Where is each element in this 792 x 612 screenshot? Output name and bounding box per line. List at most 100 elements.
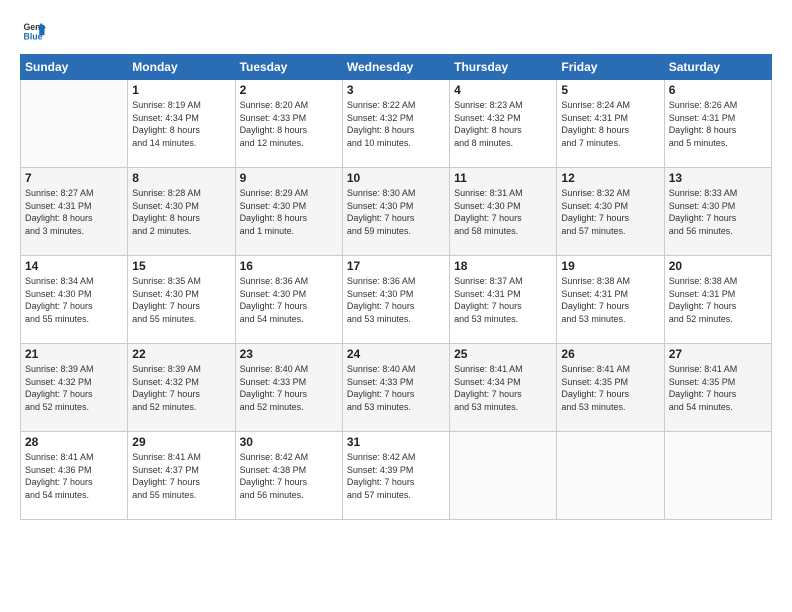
day-info: Sunrise: 8:37 AM Sunset: 4:31 PM Dayligh… xyxy=(454,275,552,325)
day-info: Sunrise: 8:19 AM Sunset: 4:34 PM Dayligh… xyxy=(132,99,230,149)
calendar-cell: 24 Sunrise: 8:40 AM Sunset: 4:33 PM Dayli… xyxy=(342,344,449,432)
day-number: 21 xyxy=(25,347,123,361)
day-number: 15 xyxy=(132,259,230,273)
day-info: Sunrise: 8:29 AM Sunset: 4:30 PM Dayligh… xyxy=(240,187,338,237)
day-info: Sunrise: 8:23 AM Sunset: 4:32 PM Dayligh… xyxy=(454,99,552,149)
calendar-cell: 26Sunrise: 8:41 AM Sunset: 4:35 PM Dayli… xyxy=(557,344,664,432)
calendar-cell: 2 Sunrise: 8:20 AM Sunset: 4:33 PM Daylig… xyxy=(235,80,342,168)
calendar-cell: 17 Sunrise: 8:36 AM Sunset: 4:30 PM Dayli… xyxy=(342,256,449,344)
day-info: Sunrise: 8:41 AM Sunset: 4:36 PM Dayligh… xyxy=(25,451,123,501)
day-info: Sunrise: 8:24 AM Sunset: 4:31 PM Dayligh… xyxy=(561,99,659,149)
calendar-cell: 14 Sunrise: 8:34 AM Sunset: 4:30 PM Dayli… xyxy=(21,256,128,344)
day-number: 20 xyxy=(669,259,767,273)
calendar-table: SundayMondayTuesdayWednesdayThursdayFrid… xyxy=(20,54,772,520)
calendar-cell: 9Sunrise: 8:29 AM Sunset: 4:30 PM Daylig… xyxy=(235,168,342,256)
weekday-header-thursday: Thursday xyxy=(450,55,557,80)
day-number: 25 xyxy=(454,347,552,361)
calendar-cell: 1 Sunrise: 8:19 AM Sunset: 4:34 PM Daylig… xyxy=(128,80,235,168)
weekday-header-wednesday: Wednesday xyxy=(342,55,449,80)
day-info: Sunrise: 8:38 AM Sunset: 4:31 PM Dayligh… xyxy=(669,275,767,325)
day-info: Sunrise: 8:34 AM Sunset: 4:30 PM Dayligh… xyxy=(25,275,123,325)
calendar-week-row: 21 Sunrise: 8:39 AM Sunset: 4:32 PM Dayli… xyxy=(21,344,772,432)
weekday-header-friday: Friday xyxy=(557,55,664,80)
calendar-week-row: 7Sunrise: 8:27 AM Sunset: 4:31 PM Daylig… xyxy=(21,168,772,256)
logo-icon: Gene Blue xyxy=(20,16,48,44)
day-number: 19 xyxy=(561,259,659,273)
day-info: Sunrise: 8:41 AM Sunset: 4:34 PM Dayligh… xyxy=(454,363,552,413)
day-info: Sunrise: 8:35 AM Sunset: 4:30 PM Dayligh… xyxy=(132,275,230,325)
calendar-cell: 27 Sunrise: 8:41 AM Sunset: 4:35 PM Dayli… xyxy=(664,344,771,432)
day-number: 24 xyxy=(347,347,445,361)
day-info: Sunrise: 8:26 AM Sunset: 4:31 PM Dayligh… xyxy=(669,99,767,149)
calendar-cell: 8 Sunrise: 8:28 AM Sunset: 4:30 PM Daylig… xyxy=(128,168,235,256)
day-info: Sunrise: 8:33 AM Sunset: 4:30 PM Dayligh… xyxy=(669,187,767,237)
day-number: 18 xyxy=(454,259,552,273)
day-info: Sunrise: 8:38 AM Sunset: 4:31 PM Dayligh… xyxy=(561,275,659,325)
day-number: 17 xyxy=(347,259,445,273)
day-number: 16 xyxy=(240,259,338,273)
day-info: Sunrise: 8:40 AM Sunset: 4:33 PM Dayligh… xyxy=(240,363,338,413)
day-info: Sunrise: 8:42 AM Sunset: 4:38 PM Dayligh… xyxy=(240,451,338,501)
day-info: Sunrise: 8:41 AM Sunset: 4:35 PM Dayligh… xyxy=(669,363,767,413)
calendar-cell xyxy=(21,80,128,168)
day-number: 29 xyxy=(132,435,230,449)
day-number: 28 xyxy=(25,435,123,449)
day-info: Sunrise: 8:41 AM Sunset: 4:37 PM Dayligh… xyxy=(132,451,230,501)
calendar-cell: 4 Sunrise: 8:23 AM Sunset: 4:32 PM Daylig… xyxy=(450,80,557,168)
day-number: 4 xyxy=(454,83,552,97)
weekday-header-monday: Monday xyxy=(128,55,235,80)
calendar-cell: 6 Sunrise: 8:26 AM Sunset: 4:31 PM Daylig… xyxy=(664,80,771,168)
calendar-cell: 7Sunrise: 8:27 AM Sunset: 4:31 PM Daylig… xyxy=(21,168,128,256)
day-number: 14 xyxy=(25,259,123,273)
day-number: 11 xyxy=(454,171,552,185)
calendar-cell xyxy=(664,432,771,520)
day-info: Sunrise: 8:39 AM Sunset: 4:32 PM Dayligh… xyxy=(25,363,123,413)
calendar-cell xyxy=(557,432,664,520)
day-info: Sunrise: 8:39 AM Sunset: 4:32 PM Dayligh… xyxy=(132,363,230,413)
calendar-week-row: 28 Sunrise: 8:41 AM Sunset: 4:36 PM Dayli… xyxy=(21,432,772,520)
calendar-cell: 10Sunrise: 8:30 AM Sunset: 4:30 PM Dayli… xyxy=(342,168,449,256)
calendar-week-row: 1 Sunrise: 8:19 AM Sunset: 4:34 PM Daylig… xyxy=(21,80,772,168)
calendar-cell: 15 Sunrise: 8:35 AM Sunset: 4:30 PM Dayli… xyxy=(128,256,235,344)
day-info: Sunrise: 8:20 AM Sunset: 4:33 PM Dayligh… xyxy=(240,99,338,149)
day-number: 13 xyxy=(669,171,767,185)
calendar-cell: 25 Sunrise: 8:41 AM Sunset: 4:34 PM Dayli… xyxy=(450,344,557,432)
calendar-cell: 18 Sunrise: 8:37 AM Sunset: 4:31 PM Dayli… xyxy=(450,256,557,344)
day-info: Sunrise: 8:27 AM Sunset: 4:31 PM Dayligh… xyxy=(25,187,123,237)
day-info: Sunrise: 8:42 AM Sunset: 4:39 PM Dayligh… xyxy=(347,451,445,501)
day-number: 8 xyxy=(132,171,230,185)
logo: Gene Blue xyxy=(20,16,52,44)
calendar-cell xyxy=(450,432,557,520)
day-info: Sunrise: 8:36 AM Sunset: 4:30 PM Dayligh… xyxy=(240,275,338,325)
day-info: Sunrise: 8:36 AM Sunset: 4:30 PM Dayligh… xyxy=(347,275,445,325)
day-info: Sunrise: 8:28 AM Sunset: 4:30 PM Dayligh… xyxy=(132,187,230,237)
calendar-cell: 13 Sunrise: 8:33 AM Sunset: 4:30 PM Dayli… xyxy=(664,168,771,256)
day-info: Sunrise: 8:31 AM Sunset: 4:30 PM Dayligh… xyxy=(454,187,552,237)
day-number: 30 xyxy=(240,435,338,449)
day-info: Sunrise: 8:32 AM Sunset: 4:30 PM Dayligh… xyxy=(561,187,659,237)
calendar-cell: 20 Sunrise: 8:38 AM Sunset: 4:31 PM Dayli… xyxy=(664,256,771,344)
day-info: Sunrise: 8:22 AM Sunset: 4:32 PM Dayligh… xyxy=(347,99,445,149)
day-number: 6 xyxy=(669,83,767,97)
day-number: 2 xyxy=(240,83,338,97)
day-number: 12 xyxy=(561,171,659,185)
calendar-cell: 5Sunrise: 8:24 AM Sunset: 4:31 PM Daylig… xyxy=(557,80,664,168)
calendar-cell: 29 Sunrise: 8:41 AM Sunset: 4:37 PM Dayli… xyxy=(128,432,235,520)
day-info: Sunrise: 8:41 AM Sunset: 4:35 PM Dayligh… xyxy=(561,363,659,413)
calendar-cell: 28 Sunrise: 8:41 AM Sunset: 4:36 PM Dayli… xyxy=(21,432,128,520)
weekday-header-saturday: Saturday xyxy=(664,55,771,80)
calendar-cell: 21 Sunrise: 8:39 AM Sunset: 4:32 PM Dayli… xyxy=(21,344,128,432)
day-info: Sunrise: 8:40 AM Sunset: 4:33 PM Dayligh… xyxy=(347,363,445,413)
calendar-cell: 3 Sunrise: 8:22 AM Sunset: 4:32 PM Daylig… xyxy=(342,80,449,168)
calendar-cell: 19 Sunrise: 8:38 AM Sunset: 4:31 PM Dayli… xyxy=(557,256,664,344)
calendar-week-row: 14 Sunrise: 8:34 AM Sunset: 4:30 PM Dayli… xyxy=(21,256,772,344)
calendar-cell: 23 Sunrise: 8:40 AM Sunset: 4:33 PM Dayli… xyxy=(235,344,342,432)
calendar-cell: 30 Sunrise: 8:42 AM Sunset: 4:38 PM Dayli… xyxy=(235,432,342,520)
weekday-header-tuesday: Tuesday xyxy=(235,55,342,80)
day-number: 27 xyxy=(669,347,767,361)
day-number: 1 xyxy=(132,83,230,97)
day-number: 3 xyxy=(347,83,445,97)
calendar-cell: 31Sunrise: 8:42 AM Sunset: 4:39 PM Dayli… xyxy=(342,432,449,520)
page: Gene Blue SundayMondayTuesdayWednesdayTh… xyxy=(0,0,792,612)
day-number: 23 xyxy=(240,347,338,361)
